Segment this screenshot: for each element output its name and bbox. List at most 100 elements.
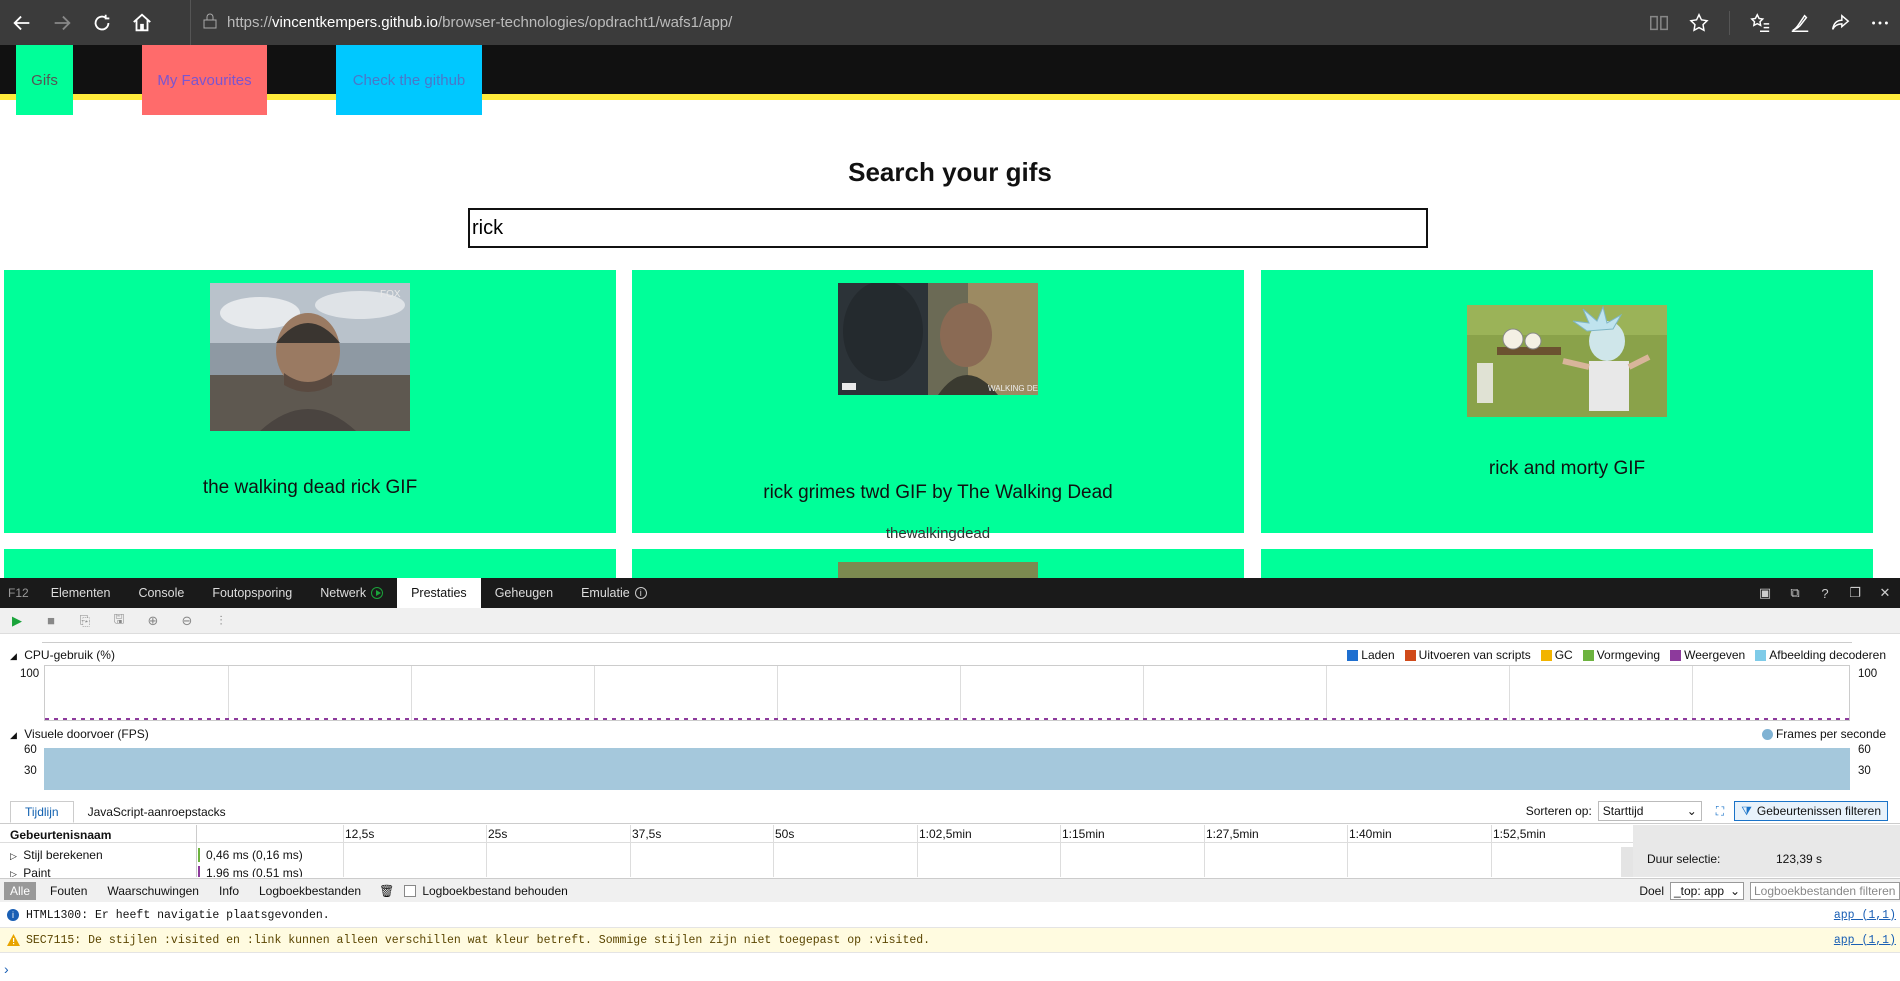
filter-errors[interactable]: Fouten [44,882,93,900]
fps-chart[interactable] [44,748,1850,790]
undock-icon[interactable]: ❐ [1840,585,1870,601]
tick-label: 1:02,5min [919,827,972,841]
fit-selection-icon[interactable]: ⛶ [1716,804,1724,819]
console-prompt-icon[interactable]: › [4,961,9,977]
share-icon [1831,13,1850,30]
overview-ruler[interactable] [42,635,1852,643]
chart-icon[interactable]: ⫶ [204,613,238,629]
tab-memory[interactable]: Geheugen [481,578,567,608]
favorite-button[interactable] [1679,3,1719,43]
tab-elements[interactable]: Elementen [37,578,125,608]
zoom-out-icon[interactable]: ⊖ [170,613,204,629]
cpu-section[interactable]: ◢ CPU-gebruik (%) [10,648,115,662]
tab-network[interactable]: Netwerk [306,578,397,608]
star-icon [1689,12,1709,32]
scrollbar[interactable] [1621,847,1633,877]
filter-all[interactable]: Alle [4,881,37,900]
zoom-in-icon[interactable]: ⊕ [136,613,170,629]
gif-title: rick grimes twd GIF by The Walking Dead [763,482,1113,503]
web-page: Gifs My Favourites Check the github Sear… [0,45,1900,578]
timeline-track[interactable]: 12,5s 25s 37,5s 50s 1:02,5min 1:15min 1:… [196,825,1633,877]
log-filter-input[interactable]: Logboekbestanden filteren [1750,882,1900,900]
console-source-link[interactable]: app (1,1) [1834,909,1896,922]
dock-icon[interactable]: ⧉ [1780,585,1810,601]
url-prefix: https:// [227,14,273,31]
fps-axis-60-right: 60 [1858,744,1871,756]
home-button[interactable] [124,5,160,41]
address-bar[interactable]: https://vincentkempers.github.io/browser… [190,0,732,45]
event-row-paint[interactable]: ▷ Paint [10,866,51,877]
pen-icon [1791,14,1809,32]
stop-icon[interactable]: ■ [34,613,68,628]
save-icon[interactable]: 🖫 [102,610,136,632]
gif-card[interactable] [4,549,616,578]
cpu-chart[interactable] [44,665,1850,721]
gif-card[interactable]: rick and morty GIF [1261,270,1873,533]
tab-debugger[interactable]: Foutopsporing [198,578,306,608]
nav-gifs-link[interactable]: Gifs [16,45,73,115]
more-button[interactable] [1860,3,1900,43]
back-button[interactable] [4,5,40,41]
gif-card[interactable] [1261,549,1873,578]
filter-warnings[interactable]: Waarschuwingen [101,882,205,900]
search-input[interactable] [468,208,1428,248]
legend-rendering: Weergeven [1670,648,1745,662]
gif-card[interactable]: FOX the walking dead rick GIF [4,270,616,533]
fps-label: Visuele doorvoer (FPS) [24,727,149,741]
console-message-text: HTML1300: Er heeft navigatie plaatsgevon… [26,908,330,922]
devtools-f12-label: F12 [8,586,29,600]
event-value: 0,46 ms (0,16 ms) [198,848,303,862]
favorites-hub-button[interactable] [1740,3,1780,43]
keep-log-checkbox[interactable] [404,884,417,897]
gif-card[interactable] [632,549,1244,578]
gif-title: rick and morty GIF [1488,458,1646,479]
fps-legend: Frames per seconde [1752,727,1886,741]
legend-fps: Frames per seconde [1761,727,1886,741]
nav-github-link[interactable]: Check the github [336,45,482,115]
gif-card[interactable]: WALKING DEAD rick grimes twd GIF by The … [632,270,1244,542]
tab-emulation[interactable]: Emulatie i [567,578,661,608]
notes-button[interactable] [1780,3,1820,43]
fps-section[interactable]: ◢ Visuele doorvoer (FPS) [10,727,149,741]
import-icon[interactable]: ⎘ [68,613,102,629]
home-icon [133,13,151,31]
keep-log-label: Logboekbestand behouden [422,883,568,898]
info-icon: i [0,909,26,921]
reading-view-button[interactable] [1639,3,1679,43]
collapse-icon: ◢ [10,730,17,740]
filter-info[interactable]: Info [213,882,245,900]
console-toolbar: Alle Fouten Waarschuwingen Info Logboekb… [0,878,1900,902]
refresh-button[interactable] [84,5,120,41]
console-toggle-icon[interactable]: ▣ [1750,585,1780,601]
tab-performance[interactable]: Prestaties [397,578,481,608]
lock-icon [203,13,217,33]
filter-icon: ⧩ [1741,803,1752,818]
legend-gc: GC [1540,648,1573,662]
filter-events-button[interactable]: ⧩ Gebeurtenissen filteren [1734,801,1888,821]
filter-logs[interactable]: Logboekbestanden [253,882,367,900]
help-icon[interactable]: ? [1810,586,1840,601]
share-button[interactable] [1820,3,1860,43]
legend-styling: Vormgeving [1582,648,1660,662]
refresh-icon [94,14,110,30]
sort-select[interactable]: Starttijd ⌄ [1597,801,1702,821]
console-message-text: SEC7115: De stijlen :visited en :link ku… [26,933,931,947]
nav-favourites-link[interactable]: My Favourites [142,45,267,115]
tab-timeline[interactable]: Tijdlijn [10,801,74,823]
start-profiling-icon[interactable]: ▶ [0,613,34,629]
close-icon[interactable]: ✕ [1870,585,1900,601]
console-source-link[interactable]: app (1,1) [1834,934,1896,947]
tab-console[interactable]: Console [124,578,198,608]
chevron-down-icon: ⌄ [1686,804,1697,818]
sort-label: Sorteren op: [1525,804,1592,818]
event-row-style[interactable]: ▷ Stijl berekenen [10,848,103,862]
clear-console-icon[interactable]: 🗑 [379,884,394,898]
forward-button[interactable] [44,5,80,41]
console-warning: SEC7115: De stijlen :visited en :link ku… [0,928,1900,953]
chevron-down-icon: ⌄ [1729,884,1740,898]
tab-js-callstacks[interactable]: JavaScript-aanroepstacks [74,801,240,823]
cpu-legend: Laden Uitvoeren van scripts GC Vormgevin… [1337,648,1886,662]
target-select[interactable]: _top: app ⌄ [1670,882,1744,900]
browser-toolbar: https://vincentkempers.github.io/browser… [0,0,1900,45]
target-controls: Doel _top: app ⌄ Logboekbestanden filter… [1639,879,1900,903]
